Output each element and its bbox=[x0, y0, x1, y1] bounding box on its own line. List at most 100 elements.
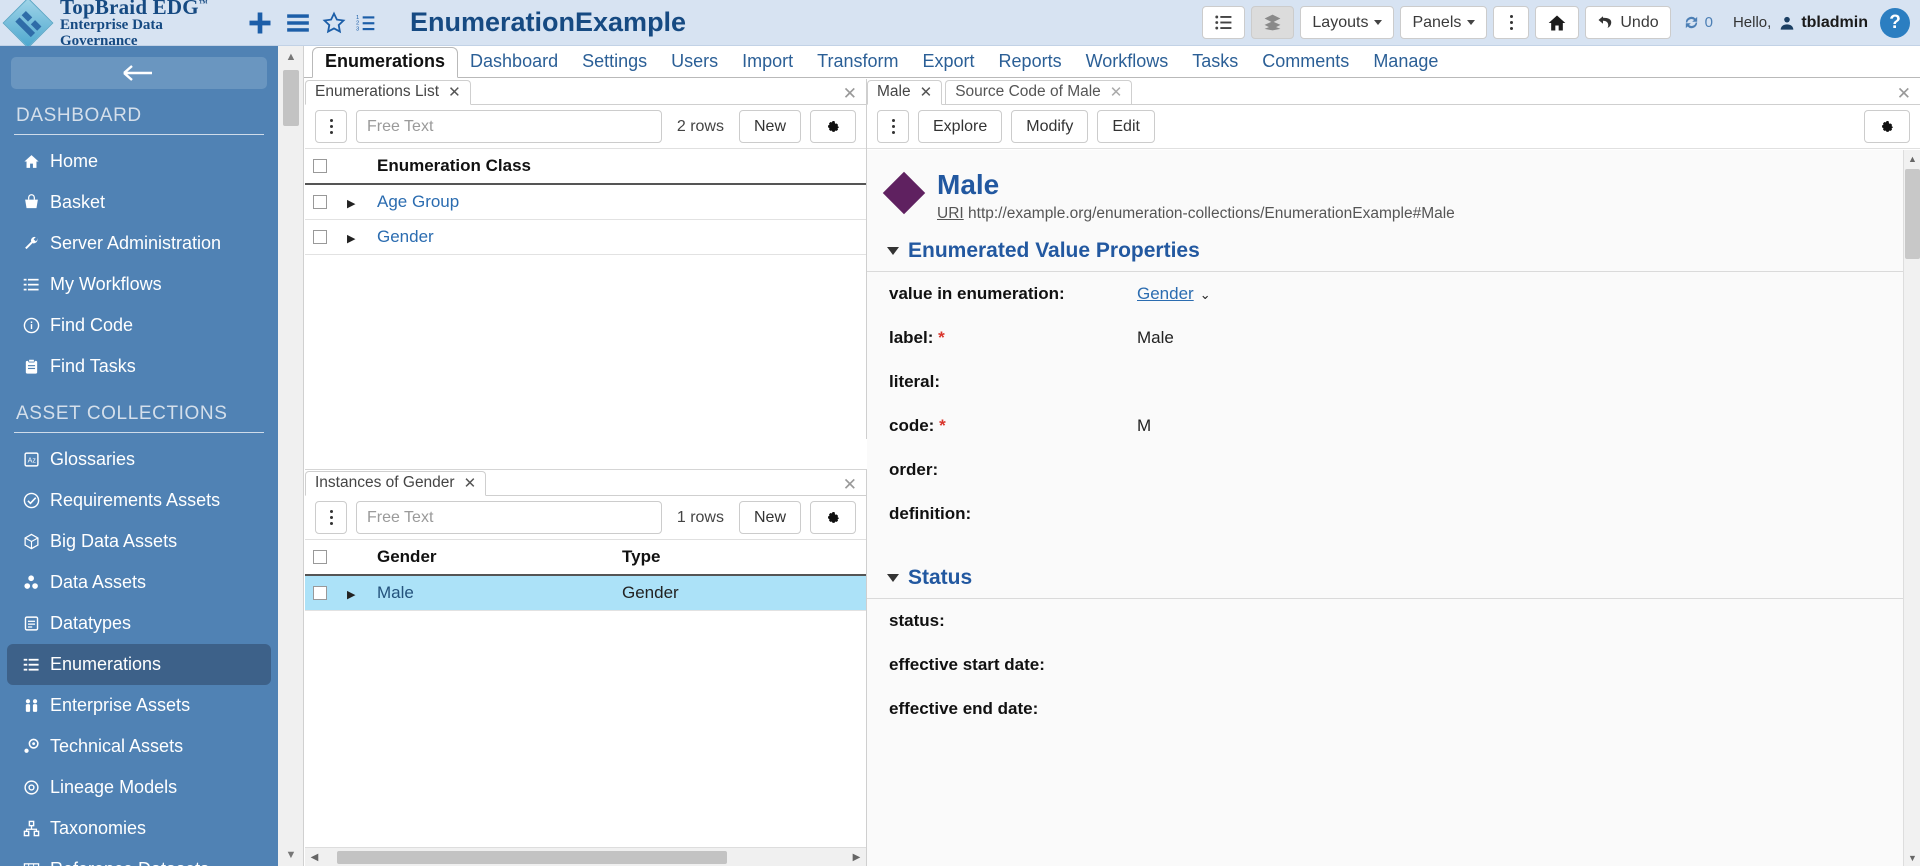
numbered-list-icon[interactable]: 123 bbox=[356, 13, 376, 33]
tab-settings[interactable]: Settings bbox=[570, 48, 659, 77]
undo-button[interactable]: Undo bbox=[1585, 6, 1671, 39]
hscrollbar-thumb[interactable] bbox=[337, 850, 727, 864]
select-all-header[interactable] bbox=[305, 540, 339, 576]
panel-tab-source-code-of-male[interactable]: Source Code of Male ✕ bbox=[945, 80, 1133, 104]
settings-gear-button[interactable] bbox=[810, 110, 856, 143]
search-input[interactable] bbox=[356, 110, 662, 143]
sidebar-item-enterprise-assets[interactable]: Enterprise Assets bbox=[7, 685, 271, 726]
row-expander-cell[interactable]: ▶ bbox=[339, 575, 369, 611]
detail-vertical-scrollbar[interactable]: ▲ ▼ bbox=[1903, 150, 1920, 866]
checkbox[interactable] bbox=[313, 230, 327, 244]
chevron-down-icon[interactable]: ⌄ bbox=[1200, 287, 1211, 303]
table-row[interactable]: ▶ Male Gender bbox=[305, 575, 866, 611]
scroll-right-arrow[interactable]: ▶ bbox=[847, 852, 866, 863]
cell-enumeration-class[interactable]: Age Group bbox=[369, 184, 866, 220]
sidebar-item-enumerations[interactable]: Enumerations bbox=[7, 644, 271, 685]
scroll-down-arrow[interactable]: ▼ bbox=[1904, 849, 1920, 866]
column-header-enumeration-class[interactable]: Enumeration Class bbox=[369, 149, 866, 185]
scroll-up-arrow[interactable]: ▲ bbox=[1904, 150, 1920, 167]
layouts-button[interactable]: Layouts bbox=[1300, 6, 1395, 39]
explore-button[interactable]: Explore bbox=[918, 110, 1003, 143]
tab-export[interactable]: Export bbox=[911, 48, 987, 77]
close-icon[interactable]: ✕ bbox=[920, 83, 933, 101]
panel-close-icon[interactable]: ✕ bbox=[843, 475, 866, 495]
scrollbar-thumb[interactable] bbox=[283, 70, 299, 126]
chevron-right-icon[interactable]: ▶ bbox=[347, 589, 355, 601]
row-expander-cell[interactable]: ▶ bbox=[339, 219, 369, 255]
settings-gear-button[interactable] bbox=[810, 501, 856, 534]
tab-reports[interactable]: Reports bbox=[987, 48, 1074, 77]
panels-button[interactable]: Panels bbox=[1400, 6, 1488, 39]
chevron-right-icon[interactable]: ▶ bbox=[347, 233, 355, 245]
sidebar-item-home[interactable]: Home bbox=[7, 141, 271, 182]
checkbox[interactable] bbox=[313, 550, 327, 564]
star-icon[interactable] bbox=[322, 11, 346, 35]
modify-button[interactable]: Modify bbox=[1011, 110, 1089, 143]
checkbox[interactable] bbox=[313, 195, 327, 209]
main-vertical-scrollbar[interactable]: ▲ ▼ bbox=[278, 46, 304, 866]
edit-button[interactable]: Edit bbox=[1097, 110, 1155, 143]
hscrollbar-track[interactable] bbox=[324, 850, 847, 864]
panel-close-icon[interactable]: ✕ bbox=[1897, 84, 1920, 104]
search-input[interactable] bbox=[356, 501, 662, 534]
scrollbar-track[interactable] bbox=[283, 68, 299, 844]
sidebar-item-server-administration[interactable]: Server Administration bbox=[7, 223, 271, 264]
panel-menu-button[interactable] bbox=[877, 110, 909, 143]
instances-horizontal-scrollbar[interactable]: ◀ ▶ bbox=[305, 847, 866, 866]
row-checkbox-cell[interactable] bbox=[305, 575, 339, 611]
cell-gender[interactable]: Male bbox=[369, 575, 614, 611]
close-icon[interactable]: ✕ bbox=[464, 474, 477, 492]
close-icon[interactable]: ✕ bbox=[448, 83, 461, 101]
cell-enumeration-class[interactable]: Gender bbox=[369, 219, 866, 255]
list-view-button[interactable] bbox=[1202, 6, 1246, 39]
scroll-left-arrow[interactable]: ◀ bbox=[305, 852, 324, 863]
panel-tab-male[interactable]: Male ✕ bbox=[867, 80, 943, 105]
checkbox[interactable] bbox=[313, 586, 327, 600]
panel-menu-button[interactable] bbox=[315, 110, 347, 143]
more-options-button[interactable] bbox=[1493, 6, 1530, 39]
plus-icon[interactable] bbox=[246, 9, 274, 37]
new-button[interactable]: New bbox=[738, 501, 801, 534]
new-button[interactable]: New bbox=[738, 110, 801, 143]
sidebar-item-datatypes[interactable]: Datatypes bbox=[7, 603, 271, 644]
hamburger-icon[interactable] bbox=[284, 10, 312, 36]
value-link[interactable]: Gender bbox=[1137, 284, 1194, 303]
detail-settings-gear-button[interactable] bbox=[1864, 110, 1910, 143]
close-icon[interactable]: ✕ bbox=[1110, 83, 1123, 101]
panel-tab-instances-of-gender[interactable]: Instances of Gender ✕ bbox=[305, 471, 487, 496]
column-header-gender[interactable]: Gender bbox=[369, 540, 614, 576]
panel-menu-button[interactable] bbox=[315, 501, 347, 534]
sidebar-item-taxonomies[interactable]: Taxonomies bbox=[7, 808, 271, 849]
tab-workflows[interactable]: Workflows bbox=[1074, 48, 1181, 77]
tab-tasks[interactable]: Tasks bbox=[1180, 48, 1250, 77]
section-header-enumerated-value-properties[interactable]: Enumerated Value Properties bbox=[867, 229, 1903, 273]
tab-comments[interactable]: Comments bbox=[1250, 48, 1361, 77]
sidebar-item-find-tasks[interactable]: Find Tasks bbox=[7, 346, 271, 387]
sidebar-item-reference-datasets[interactable]: Reference Datasets bbox=[7, 849, 271, 866]
sidebar-item-lineage-models[interactable]: Lineage Models bbox=[7, 767, 271, 808]
row-expander-cell[interactable]: ▶ bbox=[339, 184, 369, 220]
tab-manage[interactable]: Manage bbox=[1361, 48, 1450, 77]
layers-view-button[interactable] bbox=[1251, 6, 1295, 39]
row-checkbox-cell[interactable] bbox=[305, 219, 339, 255]
sidebar-item-requirements-assets[interactable]: Requirements Assets bbox=[7, 480, 271, 521]
checkbox[interactable] bbox=[313, 159, 327, 173]
sidebar-item-find-code[interactable]: Find Code bbox=[7, 305, 271, 346]
panel-tab-enumerations-list[interactable]: Enumerations List ✕ bbox=[305, 80, 471, 105]
tab-transform[interactable]: Transform bbox=[805, 48, 910, 77]
section-header-status[interactable]: Status bbox=[867, 556, 1903, 600]
tab-dashboard[interactable]: Dashboard bbox=[458, 48, 570, 77]
sync-status[interactable]: 0 bbox=[1677, 14, 1719, 31]
column-header-type[interactable]: Type bbox=[614, 540, 866, 576]
select-all-header[interactable] bbox=[305, 149, 339, 185]
sidebar-item-glossaries[interactable]: Az Glossaries bbox=[7, 439, 271, 480]
sidebar-item-my-workflows[interactable]: My Workflows bbox=[7, 264, 271, 305]
help-icon[interactable]: ? bbox=[1880, 7, 1910, 38]
panel-close-icon[interactable]: ✕ bbox=[843, 84, 866, 104]
table-row[interactable]: ▶ Age Group bbox=[305, 184, 866, 220]
row-checkbox-cell[interactable] bbox=[305, 184, 339, 220]
table-row[interactable]: ▶ Gender bbox=[305, 219, 866, 255]
brand-logo[interactable]: TopBraid EDG™ Enterprise Data Governance bbox=[0, 0, 240, 49]
tab-enumerations[interactable]: Enumerations bbox=[312, 47, 459, 78]
scroll-up-arrow[interactable]: ▲ bbox=[278, 46, 304, 68]
